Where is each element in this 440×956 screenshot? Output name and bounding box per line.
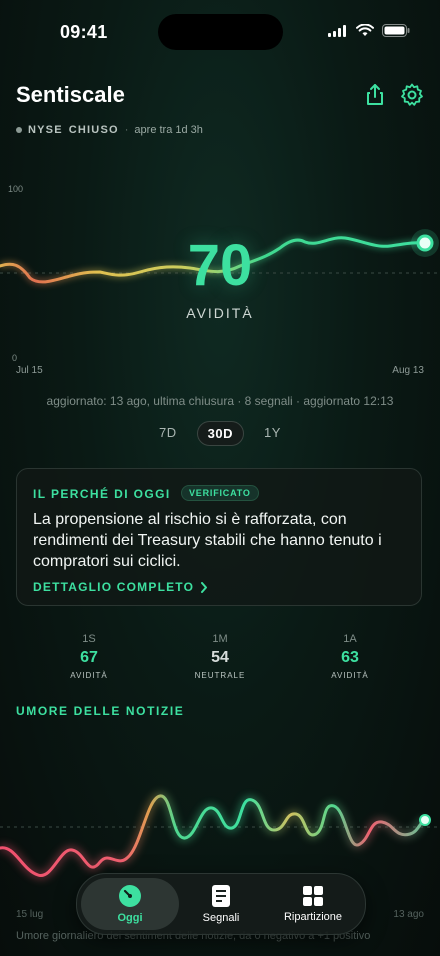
market-exchange: NYSE [28, 124, 63, 136]
tab-label: Ripartizione [283, 911, 343, 923]
stat-period: 1S [82, 633, 96, 645]
signal-icon [328, 24, 346, 37]
market-status-line: NYSE CHIUSO · apre tra 1d 3h [16, 124, 203, 136]
y-max-label: 100 [8, 184, 23, 194]
sentiment-score: 70 [187, 233, 253, 298]
x-end-label: Aug 13 [392, 365, 424, 376]
stat-label: NEUTRALE [194, 671, 246, 680]
y-min-label: 0 [12, 353, 17, 363]
separator-dot: · [124, 124, 129, 136]
news-x-end: 13 ago [393, 909, 424, 920]
stat-period: 1M [212, 633, 228, 645]
stat-value: 63 [341, 649, 359, 666]
share-icon[interactable] [362, 82, 388, 108]
stat-value: 67 [80, 649, 98, 666]
market-closed-dot [16, 127, 22, 133]
document-icon [212, 885, 230, 907]
stat-period: 1A [343, 633, 357, 645]
status-time: 09:41 [60, 22, 108, 42]
card-body: La propensione al rischio si è rafforzat… [33, 511, 382, 570]
wifi-icon [356, 24, 374, 36]
range-selector: 7D 30D 1Y [0, 421, 440, 446]
app-title: Sentiscale [16, 82, 125, 107]
range-1y[interactable]: 1Y [254, 421, 291, 446]
tab-ripartizione[interactable]: Ripartizione [265, 878, 361, 930]
card-title: IL PERCHÉ DI OGGI [33, 487, 171, 501]
market-status: CHIUSO [68, 124, 119, 136]
verified-badge: VERIFICATO [181, 485, 259, 501]
updated-info: aggiornato: 13 ago, ultima chiusura · 8 … [46, 394, 394, 408]
tab-oggi[interactable]: Oggi [81, 878, 179, 930]
tab-label: Oggi [117, 912, 143, 924]
news-mood-title: UMORE DELLE NOTIZIE [16, 704, 185, 718]
stat-value: 54 [211, 649, 229, 666]
tab-bar: Oggi Segnali Ripartizione [76, 873, 366, 935]
sentiment-label: AVIDITÀ [186, 305, 254, 321]
stat-1w: 1S 67 AVIDITÀ [29, 633, 149, 680]
status-icons [328, 24, 410, 37]
tab-segnali[interactable]: Segnali [175, 878, 267, 930]
news-current-point [419, 814, 431, 826]
range-30d[interactable]: 30D [196, 421, 245, 446]
gear-icon[interactable] [399, 82, 425, 108]
x-start-label: Jul 15 [16, 365, 43, 376]
why-today-card: IL PERCHÉ DI OGGI VERIFICATO La propensi… [16, 468, 422, 606]
news-x-start: 15 lug [16, 909, 43, 920]
market-opens: apre tra 1d 3h [134, 124, 203, 136]
stat-label: AVIDITÀ [70, 671, 108, 680]
grid-icon [303, 886, 323, 906]
chevron-right-icon [201, 581, 208, 593]
range-7d[interactable]: 7D [149, 421, 187, 446]
stat-1y: 1A 63 AVIDITÀ [290, 633, 410, 680]
dynamic-island [158, 14, 283, 50]
full-detail-link[interactable]: DETTAGLIO COMPLETO [33, 580, 208, 594]
tab-label: Segnali [202, 912, 240, 924]
stat-label: AVIDITÀ [331, 671, 369, 680]
stat-1m: 1M 54 NEUTRALE [160, 633, 280, 680]
full-detail-label: DETTAGLIO COMPLETO [33, 580, 195, 594]
battery-icon [382, 24, 410, 37]
gauge-icon [119, 885, 141, 907]
